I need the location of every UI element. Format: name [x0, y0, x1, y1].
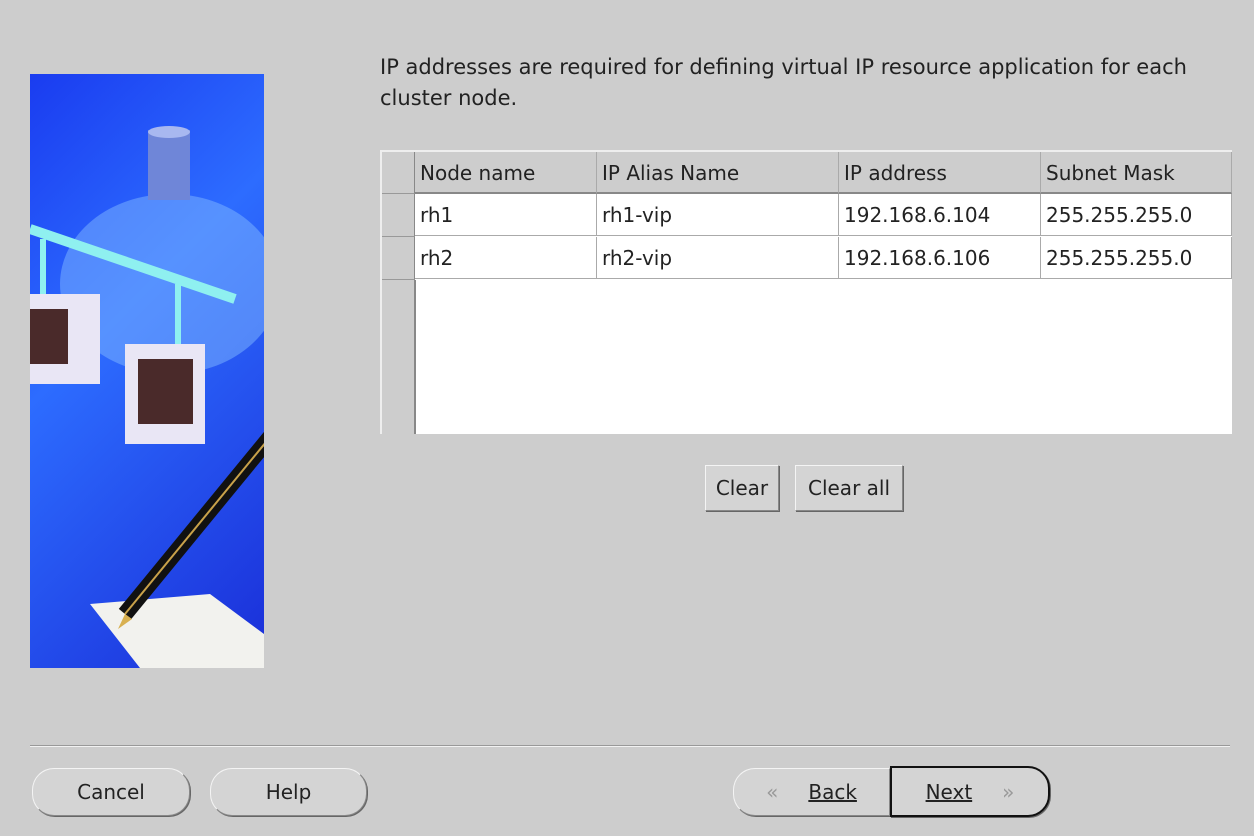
clear-button[interactable]: Clear: [705, 465, 779, 511]
wizard-illustration: [30, 74, 264, 668]
row-header[interactable]: [382, 194, 415, 237]
table-cell[interactable]: rh1: [415, 194, 597, 236]
separator: [30, 745, 1230, 747]
column-header-ip-alias[interactable]: IP Alias Name: [597, 152, 839, 194]
table-cell[interactable]: rh2-vip: [597, 237, 839, 279]
next-button[interactable]: Next »: [890, 766, 1050, 817]
clear-all-button[interactable]: Clear all: [795, 465, 903, 511]
cancel-button[interactable]: Cancel: [32, 768, 190, 816]
table-cell[interactable]: 192.168.6.104: [839, 194, 1041, 236]
vip-table[interactable]: Node name IP Alias Name IP address Subne…: [380, 150, 1232, 434]
table-cell[interactable]: 255.255.255.0: [1041, 194, 1232, 236]
column-header-ip-address[interactable]: IP address: [839, 152, 1041, 194]
chevron-left-icon: «: [766, 780, 779, 804]
cluster-pen-illustration-icon: [30, 126, 264, 668]
table-cell[interactable]: rh1-vip: [597, 194, 839, 236]
chevron-right-icon: »: [1002, 780, 1015, 804]
row-header[interactable]: [382, 237, 415, 280]
column-header-subnet-mask[interactable]: Subnet Mask: [1041, 152, 1232, 194]
table-cell[interactable]: 192.168.6.106: [839, 237, 1041, 279]
instructions-text: IP addresses are required for defining v…: [380, 55, 1187, 110]
help-button[interactable]: Help: [210, 768, 367, 816]
column-header-node-name[interactable]: Node name: [415, 152, 597, 194]
table-cell[interactable]: 255.255.255.0: [1041, 237, 1232, 279]
back-button[interactable]: « Back: [733, 768, 890, 816]
back-label: Back: [808, 780, 857, 804]
next-label: Next: [925, 780, 973, 804]
table-cell[interactable]: rh2: [415, 237, 597, 279]
table-corner: [382, 152, 415, 194]
